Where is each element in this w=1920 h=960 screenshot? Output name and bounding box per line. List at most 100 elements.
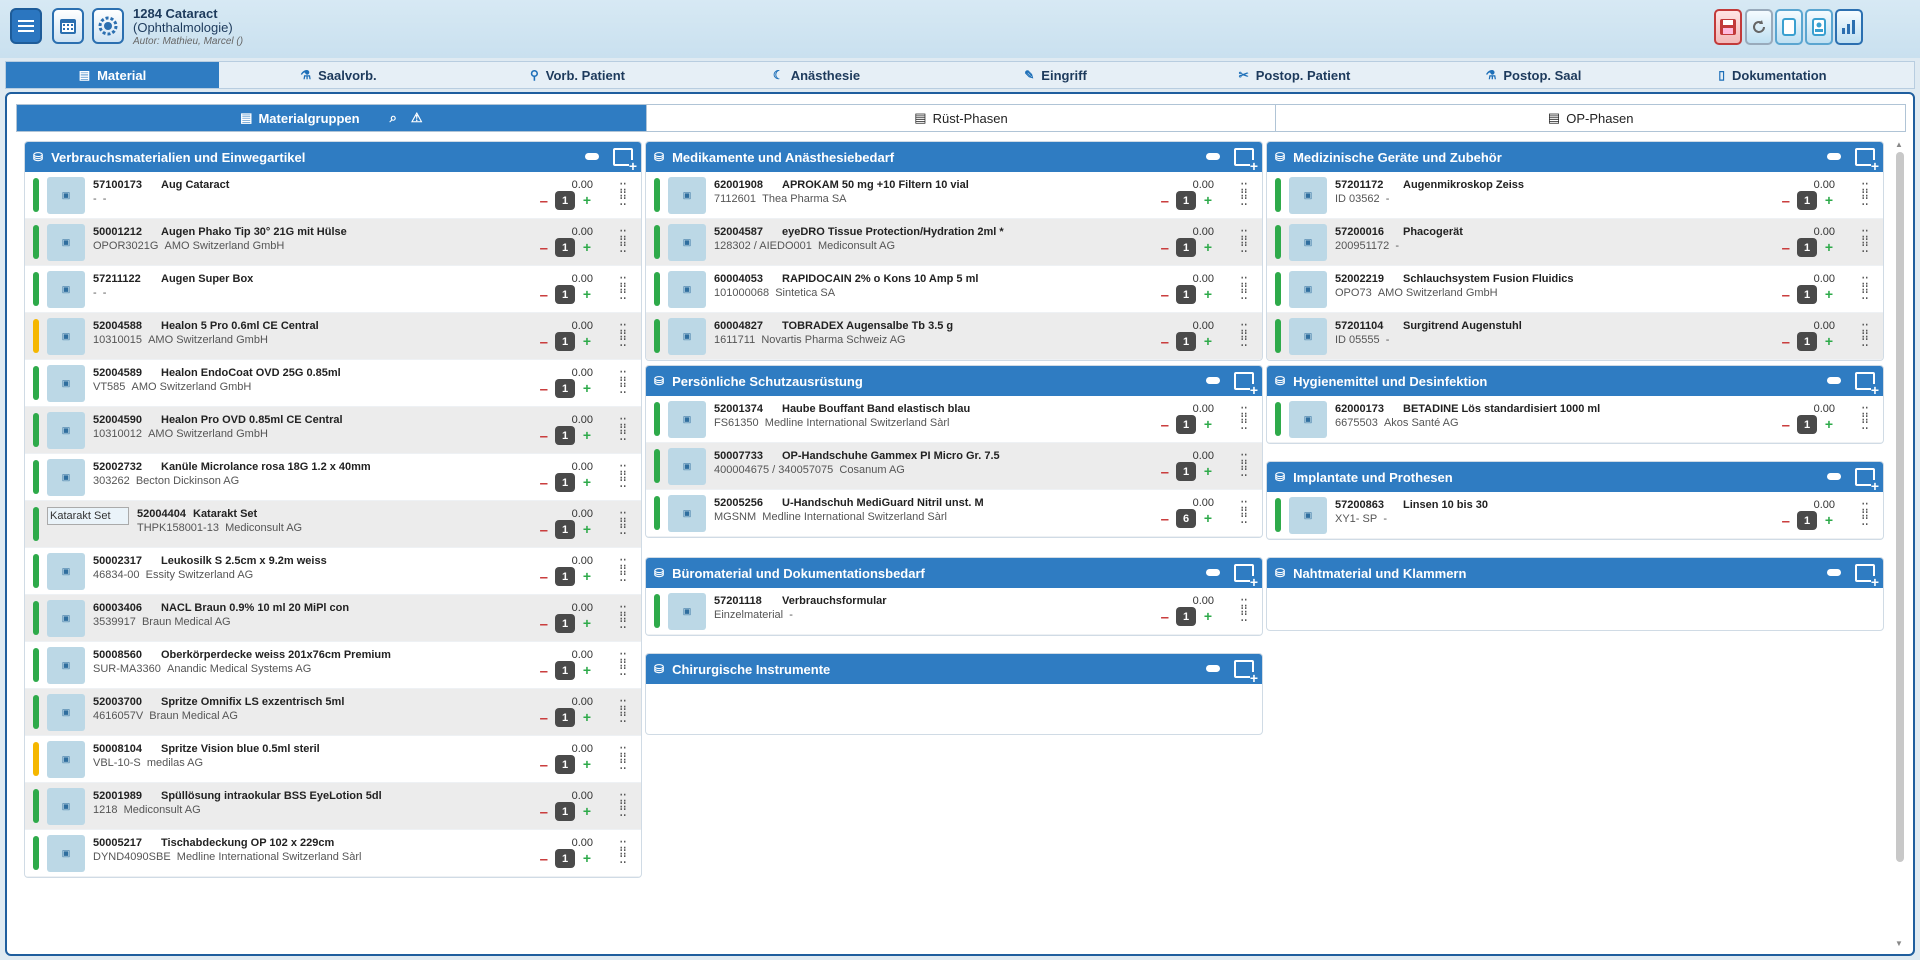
- material-row[interactable]: ▣ 52004587 eyeDRO Tissue Protection/Hydrat…: [646, 219, 1262, 266]
- user-button[interactable]: [1805, 9, 1833, 45]
- tab-vorb-patient[interactable]: ⚲ Vorb. Patient: [458, 62, 697, 88]
- quantity-value[interactable]: 1: [555, 238, 575, 257]
- decrement-button[interactable]: –: [540, 334, 548, 351]
- decrement-button[interactable]: –: [540, 381, 548, 398]
- tab-postop-saal[interactable]: ⚗ Postop. Saal: [1414, 62, 1653, 88]
- material-row[interactable]: ▣ 60003406 NACL Braun 0.9% 10 ml 20 MiPl c…: [25, 595, 641, 642]
- drag-handle-icon[interactable]: ⁚⁚ ⁚⁚ ⁚⁚: [1240, 275, 1250, 301]
- search-filter-icon[interactable]: ⚠: [411, 110, 423, 126]
- material-row[interactable]: ▣ 52003700 Spritze Omnifix LS exzentrisch …: [25, 689, 641, 736]
- material-row[interactable]: ▣ 52002219 Schlauchsystem Fusion Fluidics O…: [1267, 266, 1883, 313]
- drag-handle-icon[interactable]: ⁚⁚ ⁚⁚ ⁚⁚: [619, 510, 629, 536]
- decrement-button[interactable]: –: [1161, 464, 1169, 481]
- statistics-button[interactable]: [1835, 9, 1863, 45]
- drag-handle-icon[interactable]: ⁚⁚ ⁚⁚ ⁚⁚: [619, 463, 629, 489]
- material-row[interactable]: ▣ 57201118 Verbrauchsformular Einzelmateria…: [646, 588, 1262, 635]
- material-row[interactable]: ▣ 52005256 U-Handschuh MediGuard Nitril un…: [646, 490, 1262, 537]
- decrement-button[interactable]: –: [1782, 334, 1790, 351]
- drag-handle-icon[interactable]: ⁚⁚ ⁚⁚ ⁚⁚: [1240, 405, 1250, 431]
- add-item-icon[interactable]: [1855, 468, 1879, 492]
- quantity-value[interactable]: 1: [1797, 285, 1817, 304]
- material-row[interactable]: ▣ 57200863 Linsen 10 bis 30 XY1- SP - 0.00 –1…: [1267, 492, 1883, 539]
- material-row[interactable]: ▣ 50002317 Leukosilk S 2.5cm x 9.2m weiss 4…: [25, 548, 641, 595]
- material-row[interactable]: Katarakt Set 52004404 Katarakt Set THPK1580…: [25, 501, 641, 548]
- scroll-thumb[interactable]: [1896, 152, 1904, 862]
- decrement-button[interactable]: –: [1782, 240, 1790, 257]
- increment-button[interactable]: +: [583, 803, 591, 819]
- drag-handle-icon[interactable]: ⁚⁚ ⁚⁚ ⁚⁚: [1861, 405, 1871, 431]
- drag-handle-icon[interactable]: ⁚⁚ ⁚⁚ ⁚⁚: [1240, 228, 1250, 254]
- decrement-button[interactable]: –: [540, 193, 548, 210]
- vertical-scrollbar[interactable]: ▲ ▼: [1893, 140, 1907, 948]
- drag-handle-icon[interactable]: ⁚⁚ ⁚⁚ ⁚⁚: [1240, 597, 1250, 623]
- increment-button[interactable]: +: [583, 380, 591, 396]
- quantity-value[interactable]: 1: [555, 520, 575, 539]
- decrement-button[interactable]: –: [1782, 287, 1790, 304]
- material-row[interactable]: ▣ 52004589 Healon EndoCoat OVD 25G 0.85ml V…: [25, 360, 641, 407]
- scroll-up-icon[interactable]: ▲: [1895, 140, 1903, 149]
- drag-handle-icon[interactable]: ⁚⁚ ⁚⁚ ⁚⁚: [619, 322, 629, 348]
- material-row[interactable]: ▣ 57100173 Aug Cataract - - 0.00 –1 + ⁚⁚ ⁚⁚ ⁚⁚: [25, 172, 641, 219]
- material-row[interactable]: ▣ 60004053 RAPIDOCAIN 2% o Kons 10 Amp 5 m…: [646, 266, 1262, 313]
- material-row[interactable]: ▣ 57200016 Phacogerät 200951172 - 0.00 –1 + ⁚⁚ ⁚…: [1267, 219, 1883, 266]
- increment-button[interactable]: +: [1204, 192, 1212, 208]
- decrement-button[interactable]: –: [1782, 513, 1790, 530]
- material-row[interactable]: ▣ 62001908 APROKAM 50 mg +10 Filtern 10 vi…: [646, 172, 1262, 219]
- quantity-value[interactable]: 1: [1176, 462, 1196, 481]
- material-row[interactable]: ▣ 60004827 TOBRADEX Augensalbe Tb 3.5 g 161…: [646, 313, 1262, 360]
- decrement-button[interactable]: –: [540, 804, 548, 821]
- add-item-icon[interactable]: [1855, 564, 1879, 588]
- scroll-down-icon[interactable]: ▼: [1895, 939, 1903, 948]
- add-item-icon[interactable]: [613, 148, 637, 172]
- quantity-value[interactable]: 1: [555, 614, 575, 633]
- material-row[interactable]: ▣ 57211122 Augen Super Box - - 0.00 –1 + ⁚⁚ ⁚⁚ ⁚⁚: [25, 266, 641, 313]
- add-item-icon[interactable]: [1855, 148, 1879, 172]
- quantity-value[interactable]: 1: [555, 849, 575, 868]
- drag-handle-icon[interactable]: ⁚⁚ ⁚⁚ ⁚⁚: [619, 416, 629, 442]
- quantity-value[interactable]: 1: [555, 473, 575, 492]
- quantity-value[interactable]: 1: [1176, 332, 1196, 351]
- decrement-button[interactable]: –: [540, 522, 548, 539]
- quantity-value[interactable]: 1: [555, 567, 575, 586]
- increment-button[interactable]: +: [1204, 510, 1212, 526]
- quantity-value[interactable]: 1: [555, 661, 575, 680]
- collapse-toggle-icon[interactable]: [1206, 377, 1220, 384]
- collapse-toggle-icon[interactable]: [1206, 153, 1220, 160]
- drag-handle-icon[interactable]: ⁚⁚ ⁚⁚ ⁚⁚: [619, 369, 629, 395]
- material-row[interactable]: ▣ 52002732 Kanüle Microlance rosa 18G 1.2 …: [25, 454, 641, 501]
- quantity-value[interactable]: 1: [555, 379, 575, 398]
- increment-button[interactable]: +: [1825, 512, 1833, 528]
- search-icon[interactable]: ⌕: [390, 110, 397, 126]
- tab-postop-patient[interactable]: ✂ Postop. Patient: [1175, 62, 1414, 88]
- increment-button[interactable]: +: [1204, 416, 1212, 432]
- drag-handle-icon[interactable]: ⁚⁚ ⁚⁚ ⁚⁚: [1861, 501, 1871, 527]
- drag-handle-icon[interactable]: ⁚⁚ ⁚⁚ ⁚⁚: [1861, 275, 1871, 301]
- quantity-value[interactable]: 6: [1176, 509, 1196, 528]
- increment-button[interactable]: +: [583, 192, 591, 208]
- menu-button[interactable]: [10, 8, 42, 44]
- drag-handle-icon[interactable]: ⁚⁚ ⁚⁚ ⁚⁚: [1240, 181, 1250, 207]
- quantity-value[interactable]: 1: [555, 755, 575, 774]
- collapse-toggle-icon[interactable]: [1827, 377, 1841, 384]
- settings-button[interactable]: [92, 8, 124, 44]
- drag-handle-icon[interactable]: ⁚⁚ ⁚⁚ ⁚⁚: [619, 698, 629, 724]
- material-row[interactable]: ▣ 52004590 Healon Pro OVD 0.85ml CE Centra…: [25, 407, 641, 454]
- quantity-value[interactable]: 1: [555, 426, 575, 445]
- quantity-value[interactable]: 1: [1797, 191, 1817, 210]
- increment-button[interactable]: +: [583, 850, 591, 866]
- material-row[interactable]: ▣ 50008104 Spritze Vision blue 0.5ml steri…: [25, 736, 641, 783]
- increment-button[interactable]: +: [583, 568, 591, 584]
- material-row[interactable]: ▣ 50005217 Tischabdeckung OP 102 x 229cm DY…: [25, 830, 641, 877]
- drag-handle-icon[interactable]: ⁚⁚ ⁚⁚ ⁚⁚: [1240, 452, 1250, 478]
- drag-handle-icon[interactable]: ⁚⁚ ⁚⁚ ⁚⁚: [1240, 322, 1250, 348]
- tab-material[interactable]: ▤ Material: [6, 62, 219, 88]
- quantity-value[interactable]: 1: [1797, 332, 1817, 351]
- tab-eingriff[interactable]: ✎ Eingriff: [936, 62, 1175, 88]
- quantity-value[interactable]: 1: [555, 332, 575, 351]
- increment-button[interactable]: +: [583, 615, 591, 631]
- drag-handle-icon[interactable]: ⁚⁚ ⁚⁚ ⁚⁚: [619, 557, 629, 583]
- decrement-button[interactable]: –: [1161, 240, 1169, 257]
- quantity-value[interactable]: 1: [555, 191, 575, 210]
- increment-button[interactable]: +: [583, 662, 591, 678]
- drag-handle-icon[interactable]: ⁚⁚ ⁚⁚ ⁚⁚: [1861, 322, 1871, 348]
